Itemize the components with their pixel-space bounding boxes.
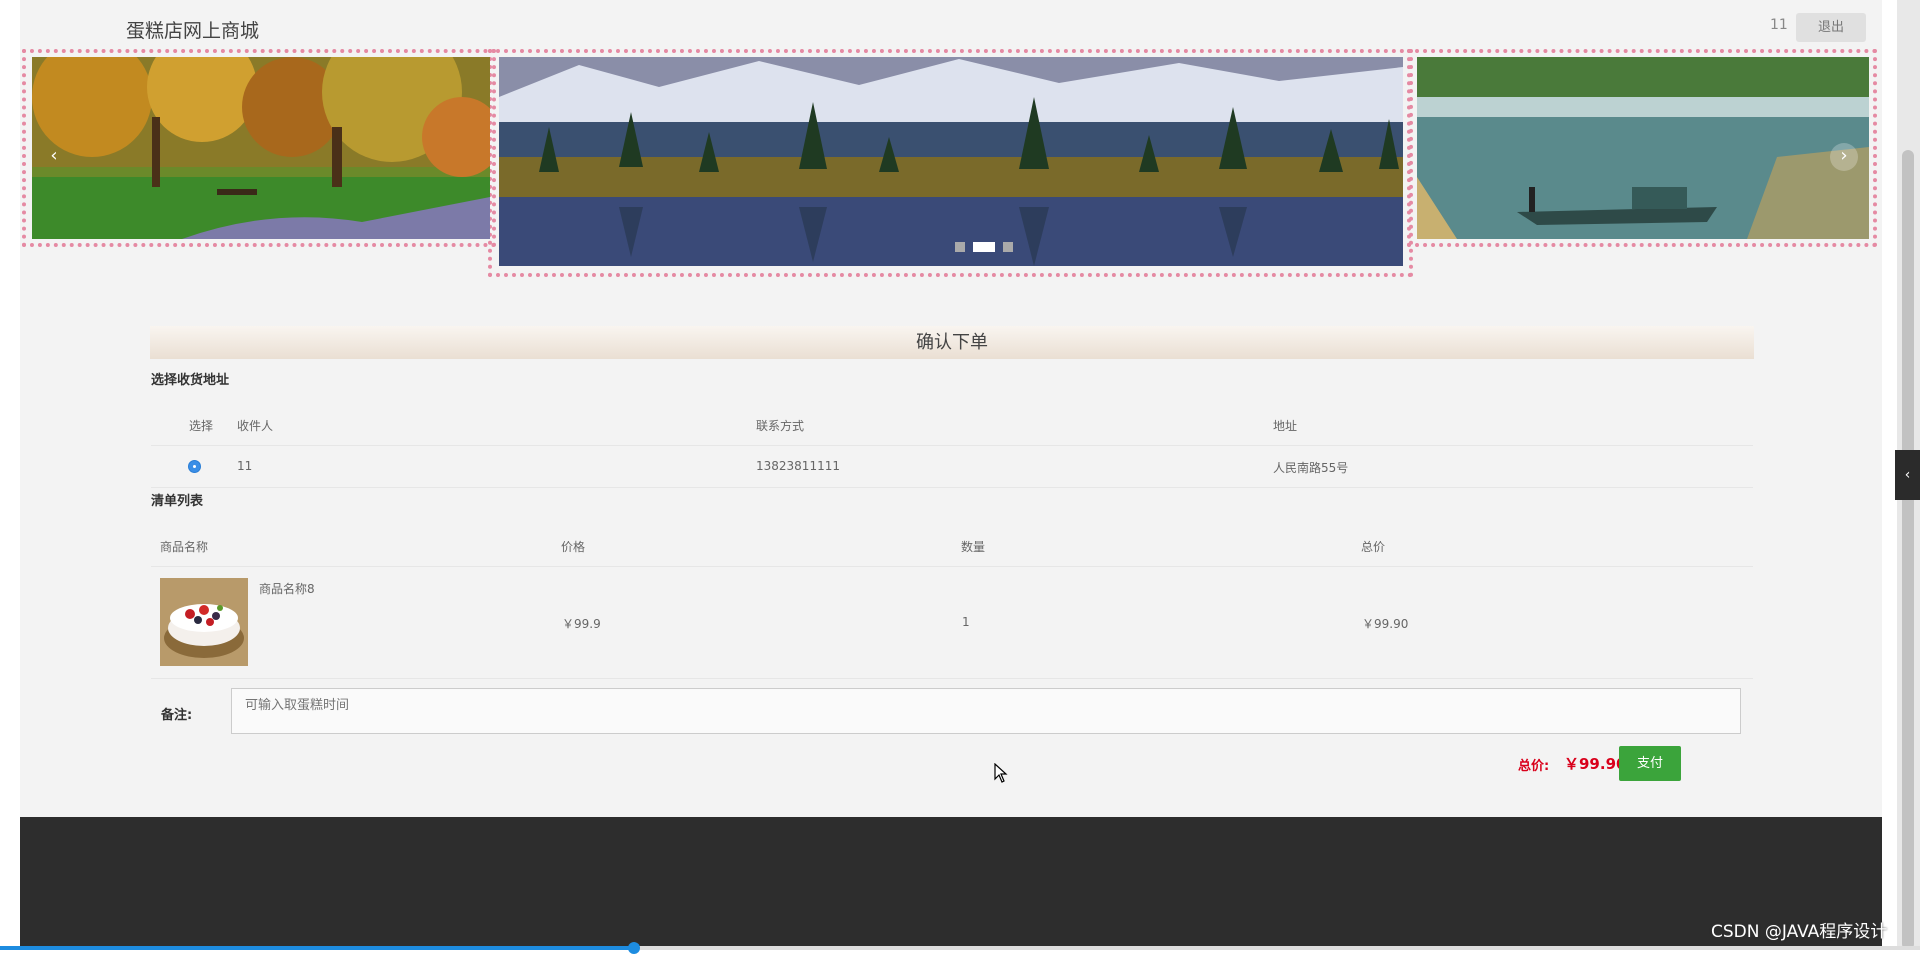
- order-confirm-title: 确认下单: [150, 326, 1754, 359]
- carousel-prev-button[interactable]: ‹: [40, 143, 68, 171]
- video-progress-knob[interactable]: [628, 942, 640, 954]
- address-section-label: 选择收货地址: [151, 373, 230, 388]
- scrollbar-thumb[interactable]: [1902, 150, 1914, 950]
- item-quantity: 1: [962, 615, 970, 629]
- address-table-header: 选择 收件人 联系方式 地址: [151, 403, 1753, 446]
- items-col-total: 总价: [1361, 540, 1386, 554]
- side-panel-toggle[interactable]: ‹: [1895, 450, 1920, 500]
- carousel-next-button[interactable]: ›: [1830, 143, 1858, 171]
- site-title[interactable]: 蛋糕店网上商城: [126, 16, 259, 43]
- slide-mountain-lake[interactable]: [499, 57, 1403, 266]
- address-col-address: 地址: [1273, 419, 1298, 433]
- pay-button[interactable]: 支付: [1619, 746, 1681, 781]
- banner-carousel: ‹ ›: [20, 49, 1882, 285]
- video-progress-fill: [0, 946, 634, 950]
- address-col-recipient: 收件人: [237, 419, 274, 433]
- carousel-indicators: [955, 242, 1035, 254]
- total-label: 总价:: [1518, 759, 1550, 774]
- user-name[interactable]: 11: [1770, 17, 1788, 33]
- address-recipient: 11: [237, 459, 253, 473]
- watermark: CSDN @JAVA程序设计: [1711, 922, 1888, 942]
- item-row: 商品名称8 ￥99.9 1 ￥99.90: [151, 566, 1753, 679]
- video-progress-bar[interactable]: [0, 942, 1920, 954]
- items-col-name: 商品名称: [160, 540, 209, 554]
- items-table-header: 商品名称 价格 数量 总价: [151, 523, 1753, 567]
- address-contact: 13823811111: [756, 459, 840, 473]
- carousel-dot-1[interactable]: [955, 242, 965, 252]
- slide-autumn-park[interactable]: [32, 57, 490, 239]
- address-row[interactable]: 11 13823811111 人民南路55号: [151, 445, 1753, 488]
- footer: [20, 817, 1882, 950]
- item-price: ￥99.9: [562, 617, 601, 631]
- total-value: ￥99.90: [1564, 755, 1627, 773]
- carousel-dot-2[interactable]: [973, 242, 995, 252]
- address-table: 选择 收件人 联系方式 地址 11 13823811111 人民南路55号: [151, 403, 1753, 488]
- items-table: 商品名称 价格 数量 总价 商品名称8 ￥99.9 1 ￥99.90: [151, 523, 1753, 679]
- item-name: 商品名称8: [259, 582, 315, 596]
- carousel-dot-3[interactable]: [1003, 242, 1013, 252]
- remark-label: 备注:: [161, 708, 193, 723]
- remark-input[interactable]: [231, 688, 1741, 734]
- address-col-select: 选择: [189, 419, 214, 433]
- mouse-cursor-icon: [994, 762, 1008, 787]
- logout-button[interactable]: 退出: [1796, 13, 1866, 42]
- cake-image[interactable]: [160, 578, 248, 666]
- page-container: 蛋糕店网上商城 11 退出 ‹ › 确认下单 选择收货地址 选择 收件人 联系方…: [20, 0, 1882, 950]
- items-col-price: 价格: [561, 540, 586, 554]
- items-section-label: 清单列表: [151, 494, 204, 509]
- address-text: 人民南路55号: [1273, 461, 1349, 475]
- items-col-quantity: 数量: [961, 540, 986, 554]
- chevron-right-icon: ›: [1840, 145, 1848, 166]
- item-total: ￥99.90: [1362, 617, 1409, 631]
- slide-boat-lake[interactable]: [1417, 57, 1869, 239]
- chevron-left-icon: ‹: [50, 145, 58, 166]
- address-col-contact: 联系方式: [756, 419, 805, 433]
- address-radio[interactable]: [188, 460, 201, 473]
- chevron-left-icon: ‹: [1904, 467, 1911, 483]
